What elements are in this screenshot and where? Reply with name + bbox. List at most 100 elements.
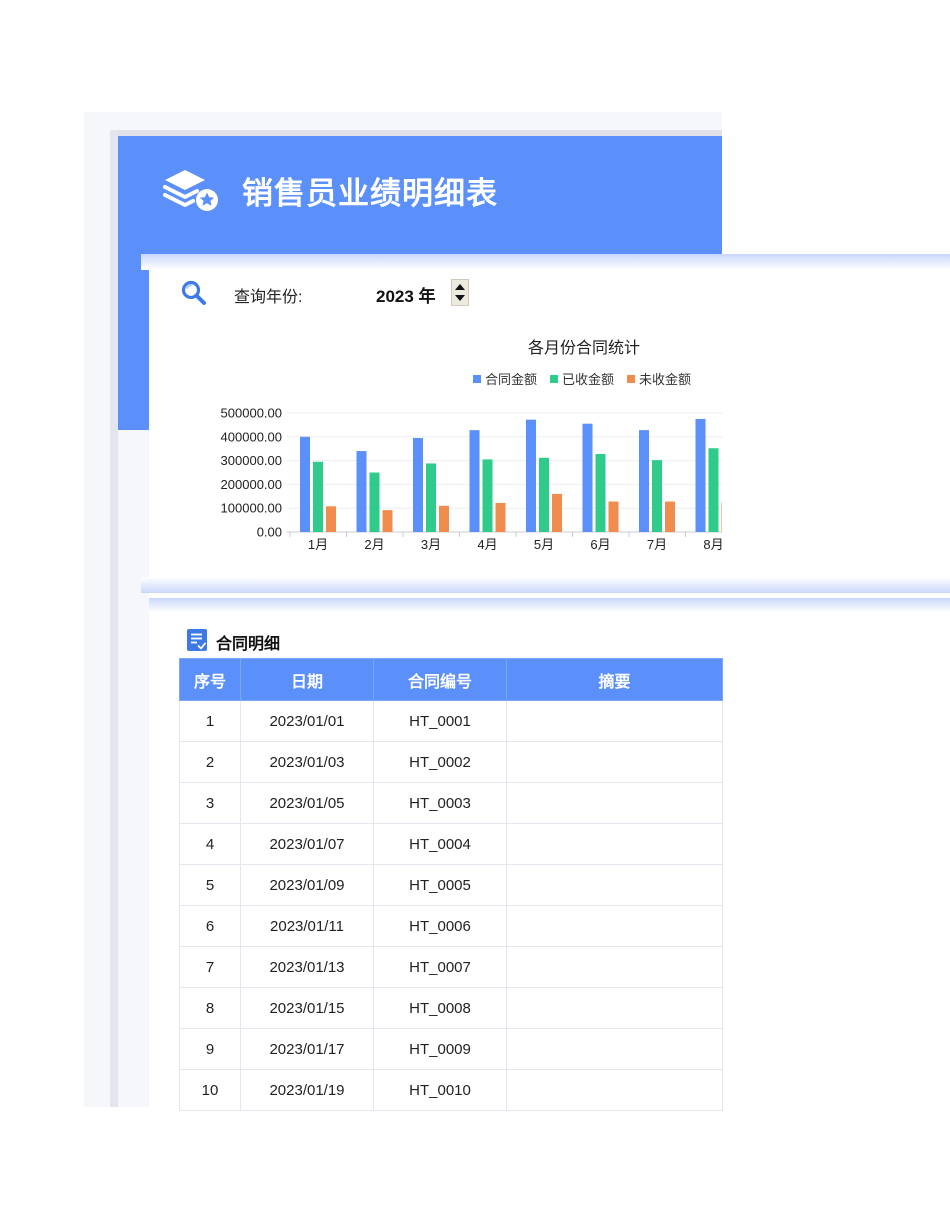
bar-1 [300, 436, 310, 532]
legend-label-3: 未收金额 [639, 372, 691, 387]
year-value[interactable]: 2023 年 [376, 282, 436, 307]
cell-date[interactable]: 2023/01/17 [240, 1028, 374, 1070]
table-row[interactable]: 2 2023/01/03 HT_0002 [179, 741, 723, 783]
bar-3 [495, 502, 506, 532]
cell-contract-no[interactable]: HT_0006 [373, 905, 507, 947]
table-row[interactable]: 3 2023/01/05 HT_0003 [179, 782, 723, 824]
cell-summary[interactable] [506, 823, 723, 865]
x-tick-label: 6月 [590, 537, 610, 552]
y-tick-label: 100000.00 [221, 501, 282, 516]
cell-contract-no[interactable]: HT_0009 [373, 1028, 507, 1070]
cell-summary[interactable] [506, 987, 723, 1029]
cell-index[interactable]: 9 [179, 1028, 241, 1070]
query-year-label: 查询年份: [234, 289, 303, 306]
bar-2 [595, 453, 606, 532]
cell-index[interactable]: 3 [179, 782, 241, 824]
column-header-contract-no[interactable]: 合同编号 [373, 658, 507, 701]
legend-swatch-3 [627, 375, 635, 383]
detail-title: 合同明细 [216, 636, 281, 653]
cell-index[interactable]: 10 [179, 1069, 241, 1111]
table-row[interactable]: 7 2023/01/13 HT_0007 [179, 946, 723, 988]
column-header-date[interactable]: 日期 [240, 658, 374, 701]
cell-contract-no[interactable]: HT_0003 [373, 782, 507, 824]
bar-1 [413, 437, 423, 532]
cell-summary[interactable] [506, 700, 723, 742]
detail-shadow-top [149, 598, 950, 612]
x-tick-label: 7月 [647, 537, 667, 552]
x-tick-label: 1月 [308, 537, 328, 552]
cell-index[interactable]: 6 [179, 905, 241, 947]
cell-contract-no[interactable]: HT_0010 [373, 1069, 507, 1111]
bar-2 [539, 457, 549, 532]
table-row[interactable]: 8 2023/01/15 HT_0008 [179, 987, 723, 1029]
bar-2 [313, 461, 323, 532]
table-row[interactable]: 4 2023/01/07 HT_0004 [179, 823, 723, 865]
legend-swatch-1 [473, 375, 481, 383]
bar-2 [369, 472, 380, 532]
cell-contract-no[interactable]: HT_0008 [373, 987, 507, 1029]
bar-3 [608, 501, 619, 532]
card-shadow-top [141, 254, 950, 270]
cell-date[interactable]: 2023/01/03 [240, 741, 374, 783]
bar-1 [469, 430, 480, 532]
x-tick-label: 8月 [703, 537, 722, 552]
cell-summary[interactable] [506, 905, 723, 947]
column-header-index[interactable]: 序号 [179, 658, 241, 701]
y-tick-label: 400000.00 [221, 429, 282, 444]
cell-date[interactable]: 2023/01/15 [240, 987, 374, 1029]
bar-1 [582, 423, 593, 532]
cell-index[interactable]: 7 [179, 946, 241, 988]
table-row[interactable]: 9 2023/01/17 HT_0009 [179, 1028, 723, 1070]
legend-label-2: 已收金额 [562, 372, 614, 387]
report-header: 销售员业绩明细表 [118, 136, 722, 254]
column-header-summary[interactable]: 摘要 [506, 658, 723, 701]
y-tick-label: 0.00 [257, 525, 282, 540]
bar-3 [552, 493, 562, 532]
cell-summary[interactable] [506, 741, 723, 783]
y-tick-label: 200000.00 [221, 477, 282, 492]
bar-chart: 各月份合同统计合同金额 已收金额 未收金额 0.00 100000.00 200000.0… [221, 339, 722, 552]
cell-contract-no[interactable]: HT_0004 [373, 823, 507, 865]
cell-index[interactable]: 2 [179, 741, 241, 783]
cell-index[interactable]: 1 [179, 700, 241, 742]
cell-summary[interactable] [506, 1069, 723, 1111]
table-row[interactable]: 5 2023/01/09 HT_0005 [179, 864, 723, 906]
cell-date[interactable]: 2023/01/07 [240, 823, 374, 865]
cell-index[interactable]: 4 [179, 823, 241, 865]
cell-summary[interactable] [506, 782, 723, 824]
y-tick-label: 300000.00 [221, 453, 282, 468]
bar-2 [708, 448, 719, 532]
search-icon[interactable] [180, 279, 208, 307]
table-row[interactable]: 1 2023/01/01 HT_0001 [179, 700, 723, 742]
detail-header: 合同明细 [186, 627, 386, 653]
y-tick-label: 500000.00 [221, 406, 282, 421]
bar-1 [695, 418, 706, 532]
up-down-spinner-icon[interactable] [452, 280, 468, 305]
cell-contract-no[interactable]: HT_0007 [373, 946, 507, 988]
table-row[interactable]: 10 2023/01/19 HT_0010 [179, 1069, 723, 1111]
cell-contract-no[interactable]: HT_0005 [373, 864, 507, 906]
cell-date[interactable]: 2023/01/13 [240, 946, 374, 988]
cell-summary[interactable] [506, 864, 723, 906]
cell-summary[interactable] [506, 946, 723, 988]
cell-summary[interactable] [506, 1028, 723, 1070]
left-rail [110, 130, 118, 1107]
year-spinner[interactable] [451, 279, 469, 306]
cell-date[interactable]: 2023/01/09 [240, 864, 374, 906]
cell-contract-no[interactable]: HT_0001 [373, 700, 507, 742]
cell-date[interactable]: 2023/01/19 [240, 1069, 374, 1111]
bar-2 [426, 463, 436, 532]
cell-index[interactable]: 5 [179, 864, 241, 906]
table-row[interactable]: 6 2023/01/11 HT_0006 [179, 905, 723, 947]
bar-3 [382, 510, 393, 532]
cell-date[interactable]: 2023/01/11 [240, 905, 374, 947]
x-tick-label: 5月 [534, 537, 554, 552]
card-shadow-bottom [141, 577, 950, 593]
bar-1 [526, 419, 536, 532]
cell-date[interactable]: 2023/01/01 [240, 700, 374, 742]
cell-date[interactable]: 2023/01/05 [240, 782, 374, 824]
cell-contract-no[interactable]: HT_0002 [373, 741, 507, 783]
bar-3 [326, 506, 336, 532]
cell-index[interactable]: 8 [179, 987, 241, 1029]
legend-label-1: 合同金额 [485, 372, 537, 387]
